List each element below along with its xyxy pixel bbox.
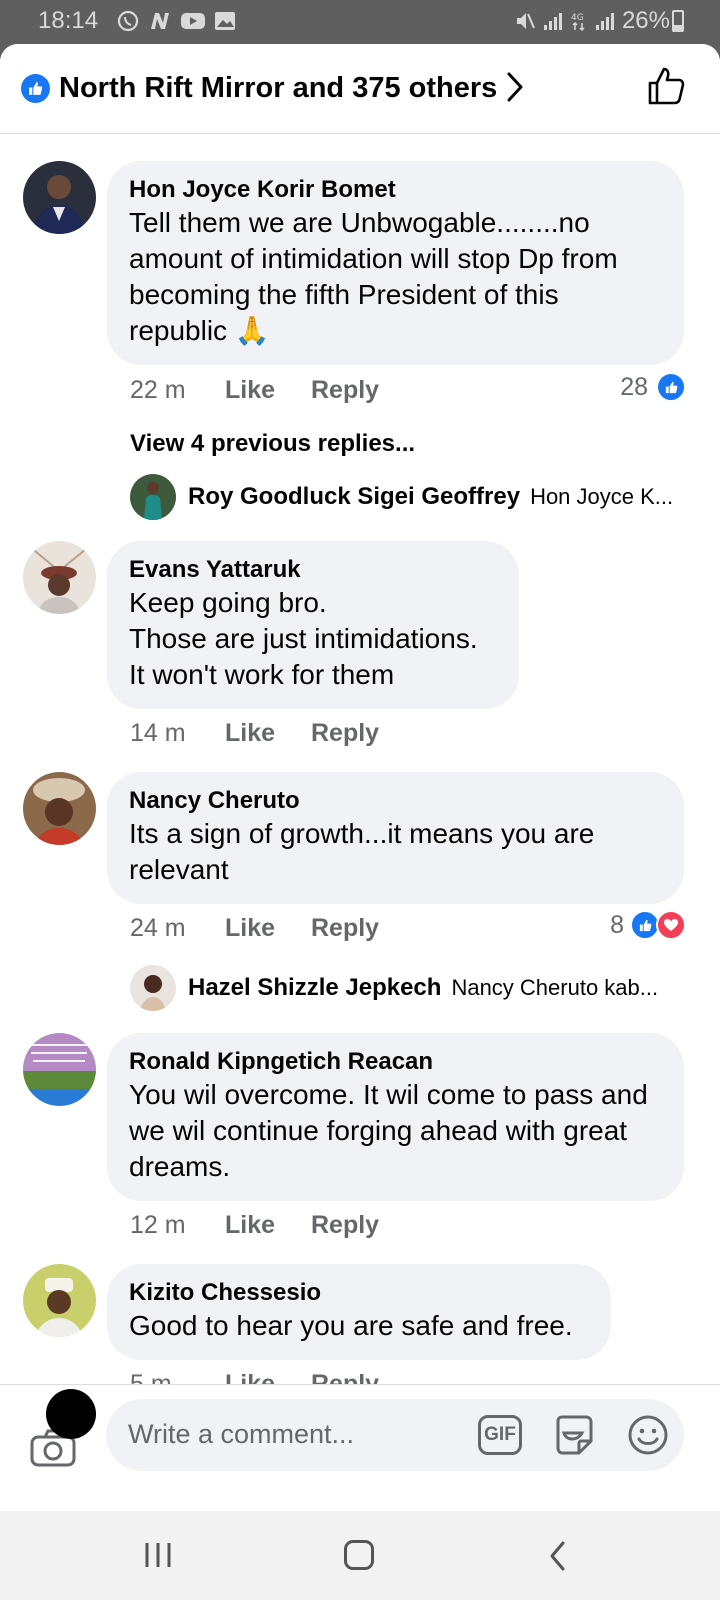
comment-actions: 12 m Like Reply — [130, 1211, 379, 1240]
avatar[interactable] — [23, 541, 96, 614]
reply-snippet: Nancy Cheruto kab... — [451, 975, 659, 1000]
comment-input[interactable]: Write a comment... GIF — [106, 1399, 684, 1471]
avatar[interactable] — [23, 1033, 96, 1106]
youtube-icon — [181, 13, 205, 29]
status-right-icons: 4G 26% — [514, 7, 670, 35]
n-icon — [151, 13, 169, 29]
reaction-count[interactable]: 8 — [610, 910, 686, 940]
reply-button[interactable]: Reply — [311, 376, 379, 405]
comment-bubble[interactable]: Evans Yattaruk Keep going bro. Those are… — [107, 541, 519, 709]
thumbs-up-icon[interactable] — [646, 66, 686, 106]
comment-time: 12 m — [130, 1211, 186, 1239]
reaction-count[interactable]: 28 — [620, 372, 686, 402]
whatsapp-icon — [117, 10, 139, 32]
comment-actions: 24 m Like Reply — [130, 914, 379, 943]
comments-sheet: North Rift Mirror and 375 others Hon Joy… — [0, 44, 720, 1511]
avatar[interactable] — [23, 1264, 96, 1337]
latest-reply[interactable]: Hazel Shizzle Jepkech Nancy Cheruto kab.… — [130, 965, 658, 1011]
comment-bubble[interactable]: Nancy Cheruto Its a sign of growth...it … — [107, 772, 684, 904]
comment-placeholder: Write a comment... — [128, 1419, 355, 1449]
comment-author[interactable]: Kizito Chessesio — [129, 1278, 591, 1308]
comment-time: 14 m — [130, 719, 186, 747]
recent-apps-icon[interactable] — [144, 1541, 172, 1569]
sticker-icon[interactable] — [552, 1413, 596, 1457]
mute-icon — [516, 13, 535, 29]
battery-percent: 26% — [621, 7, 670, 34]
comment-composer: Write a comment... GIF — [0, 1384, 720, 1511]
status-left-icons — [116, 9, 236, 33]
reaction-number: 8 — [610, 910, 624, 939]
comment-author[interactable]: Ronald Kipngetich Reacan — [129, 1047, 664, 1077]
like-button[interactable]: Like — [225, 1211, 311, 1240]
reactions-summary[interactable]: North Rift Mirror and 375 others — [59, 72, 497, 105]
signal-icon — [595, 13, 614, 30]
battery-icon — [672, 10, 684, 32]
reply-snippet: Hon Joyce K... — [530, 484, 674, 509]
comment-text: Its a sign of growth...it means you are … — [129, 818, 595, 885]
reply-button[interactable]: Reply — [311, 914, 379, 943]
gallery-icon — [215, 12, 235, 30]
avatar[interactable] — [23, 772, 96, 845]
reply-button[interactable]: Reply — [311, 719, 379, 748]
status-time: 18:14 — [38, 7, 99, 34]
comment-text: Keep going bro. Those are just intimidat… — [129, 587, 478, 690]
comment-text: Tell them we are Unbwogable........no am… — [129, 207, 618, 346]
signal-icon — [543, 13, 562, 30]
reaction-number: 28 — [620, 372, 648, 401]
reply-button[interactable]: Reply — [311, 1211, 379, 1240]
comment-actions: 14 m Like Reply — [130, 719, 379, 748]
comment-author[interactable]: Evans Yattaruk — [129, 555, 499, 585]
svg-text:4G: 4G — [571, 13, 584, 23]
back-icon[interactable] — [548, 1540, 568, 1572]
avatar[interactable] — [23, 161, 96, 234]
reply-author[interactable]: Roy Goodluck Sigei Geoffrey — [188, 483, 520, 511]
like-reaction-icon — [656, 372, 686, 402]
user-avatar[interactable] — [46, 1389, 96, 1439]
gif-icon[interactable]: GIF — [478, 1415, 522, 1455]
love-reaction-icon — [656, 910, 686, 940]
chevron-right-icon[interactable] — [505, 69, 525, 105]
view-previous-replies[interactable]: View 4 previous replies... — [130, 430, 415, 458]
avatar[interactable] — [130, 474, 176, 520]
latest-reply[interactable]: Roy Goodluck Sigei Geoffrey Hon Joyce K.… — [130, 474, 673, 520]
home-icon[interactable] — [344, 1540, 374, 1570]
4g-icon: 4G — [571, 13, 585, 32]
reactions-header[interactable]: North Rift Mirror and 375 others — [0, 44, 720, 134]
reply-author[interactable]: Hazel Shizzle Jepkech — [188, 974, 441, 1002]
like-button[interactable]: Like — [225, 376, 311, 405]
comment-bubble[interactable]: Hon Joyce Korir Bomet Tell them we are U… — [107, 161, 684, 365]
comment-time: 22 m — [130, 376, 186, 404]
like-button[interactable]: Like — [225, 719, 311, 748]
emoji-icon[interactable] — [626, 1413, 670, 1457]
comment-bubble[interactable]: Kizito Chessesio Good to hear you are sa… — [107, 1264, 611, 1360]
comment-text: Good to hear you are safe and free. — [129, 1310, 573, 1341]
comment-bubble[interactable]: Ronald Kipngetich Reacan You wil overcom… — [107, 1033, 684, 1201]
avatar[interactable] — [130, 965, 176, 1011]
status-bar: 18:14 4G 26% — [0, 0, 720, 44]
like-reaction-icon — [21, 74, 50, 103]
comment-author[interactable]: Nancy Cheruto — [129, 786, 664, 816]
comment-text: You wil overcome. It wil come to pass an… — [129, 1079, 648, 1182]
comment-author[interactable]: Hon Joyce Korir Bomet — [129, 175, 664, 205]
system-navigation-bar — [0, 1511, 720, 1600]
like-button[interactable]: Like — [225, 914, 311, 943]
comment-actions: 22 m Like Reply — [130, 376, 379, 405]
comment-time: 24 m — [130, 914, 186, 942]
